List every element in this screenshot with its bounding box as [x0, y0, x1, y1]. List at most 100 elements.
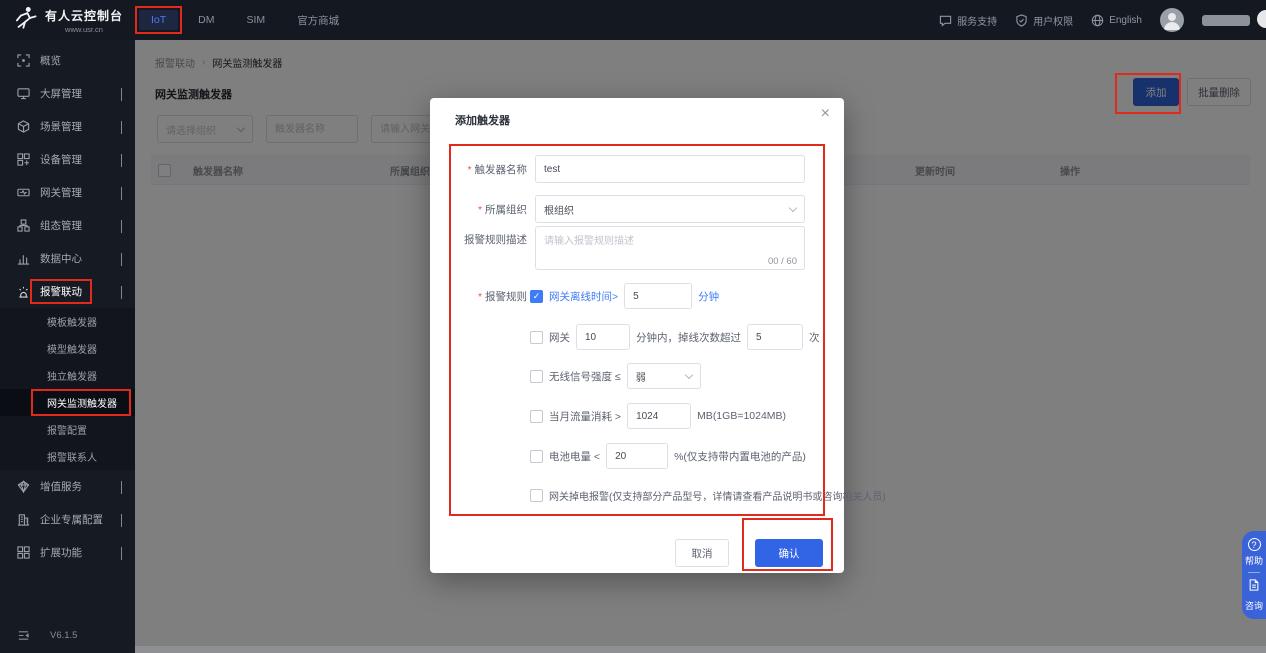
sidebar: 概览 大屏管理 场景管理 设备管理 网关管理 — [0, 40, 135, 653]
sidebar-item-alarm-linkage[interactable]: 报警联动 — [0, 275, 135, 308]
org-select[interactable]: 根组织 — [535, 195, 805, 223]
alarm-icon — [17, 285, 30, 298]
brand-logo[interactable]: 有人云控制台 www.usr.cn — [0, 5, 135, 36]
submenu-alarm-contacts[interactable]: 报警联系人 — [0, 443, 135, 470]
floating-helper: ? 帮助 咨询 — [1242, 531, 1266, 619]
close-icon[interactable]: × — [821, 106, 830, 122]
chevron-down-icon — [121, 481, 122, 493]
help-icon[interactable]: ? — [1248, 538, 1261, 551]
extensions-icon — [17, 546, 30, 559]
cancel-button[interactable]: 取消 — [675, 539, 729, 567]
globe-icon — [1091, 14, 1104, 27]
offline-minutes-input[interactable] — [624, 283, 692, 309]
disconnect-count-input[interactable] — [747, 324, 803, 350]
consult-label[interactable]: 咨询 — [1245, 599, 1263, 612]
bottom-strip — [135, 646, 1266, 653]
disconnect-window-input[interactable] — [576, 324, 630, 350]
tab-dm[interactable]: DM — [186, 9, 226, 31]
chat-icon — [939, 14, 952, 27]
configuration-icon — [17, 219, 30, 232]
trigger-name-input[interactable] — [535, 155, 805, 183]
sidebar-item-overview[interactable]: 概览 — [0, 44, 135, 77]
scene-icon — [17, 120, 30, 133]
rule-signal-row: 无线信号强度 ≤ 弱 — [530, 363, 701, 389]
traffic-checkbox[interactable] — [530, 410, 543, 423]
chevron-down-icon — [121, 253, 122, 265]
submenu-independent-trigger[interactable]: 独立触发器 — [0, 362, 135, 389]
app-root: 有人云控制台 www.usr.cn IoT DM SIM 官方商城 服务支持 用… — [0, 0, 1266, 653]
sidebar-item-data-center[interactable]: 数据中心 — [0, 242, 135, 275]
rule-offline-row: 网关离线时间> 分钟 — [530, 283, 719, 309]
tab-iot[interactable]: IoT — [139, 10, 178, 30]
value-service-icon — [17, 480, 30, 493]
alarm-submenu: 模板触发器 模型触发器 独立触发器 网关监测触发器 报警配置 报警联系人 — [0, 308, 135, 470]
rule-disconnect-row: 网关 分钟内，掉线次数超过 次 — [530, 324, 820, 350]
disconnect-checkbox[interactable] — [530, 331, 543, 344]
product-tabs: IoT DM SIM 官方商城 — [139, 8, 351, 33]
rule-power-loss-row: 网关掉电报警(仅支持部分产品型号，详情请查看产品说明书或咨询相关人员) — [530, 488, 886, 503]
submenu-template-trigger[interactable]: 模板触发器 — [0, 308, 135, 335]
top-navbar: 有人云控制台 www.usr.cn IoT DM SIM 官方商城 服务支持 用… — [0, 0, 1266, 40]
chevron-down-icon — [684, 370, 692, 378]
desc-counter: 00 / 60 — [768, 256, 797, 267]
device-icon — [17, 153, 30, 166]
rules-label: 报警规则 — [430, 289, 527, 304]
offline-checkbox[interactable] — [530, 290, 543, 303]
help-label[interactable]: 帮助 — [1245, 554, 1263, 567]
document-icon[interactable] — [1248, 578, 1260, 596]
tab-mall[interactable]: 官方商城 — [285, 8, 351, 33]
chevron-down-icon — [121, 220, 122, 232]
shield-icon — [1015, 14, 1028, 27]
chevron-down-icon — [121, 121, 122, 133]
sidebar-item-scene-mgmt[interactable]: 场景管理 — [0, 110, 135, 143]
user-avatar[interactable] — [1160, 8, 1184, 32]
modal-title: 添加触发器 — [455, 112, 510, 128]
rule-battery-row: 电池电量 < %(仅支持带内置电池的产品) — [530, 443, 806, 469]
brand-subtitle: www.usr.cn — [65, 25, 103, 34]
screen-icon — [17, 87, 30, 100]
overview-icon — [17, 54, 30, 67]
language-switcher[interactable]: English — [1091, 14, 1142, 27]
sidebar-item-device-mgmt[interactable]: 设备管理 — [0, 143, 135, 176]
chevron-down-icon — [121, 514, 122, 526]
sidebar-item-gateway-mgmt[interactable]: 网关管理 — [0, 176, 135, 209]
collapse-sidebar-icon[interactable] — [17, 629, 30, 642]
user-permission-link[interactable]: 用户权限 — [1015, 13, 1073, 28]
enterprise-icon — [17, 513, 30, 526]
version-label: V6.1.5 — [50, 630, 77, 641]
sidebar-item-value-services[interactable]: 增值服务 — [0, 470, 135, 503]
traffic-mb-input[interactable] — [627, 403, 691, 429]
submenu-alarm-config[interactable]: 报警配置 — [0, 416, 135, 443]
confirm-button[interactable]: 确认 — [755, 539, 823, 567]
desc-label: 报警规则描述 — [430, 232, 527, 247]
signal-checkbox[interactable] — [530, 370, 543, 383]
tab-sim[interactable]: SIM — [235, 9, 278, 31]
chevron-down-icon — [121, 154, 122, 166]
power-loss-checkbox[interactable] — [530, 489, 543, 502]
divider — [1248, 572, 1260, 573]
add-trigger-modal: 添加触发器 × 触发器名称 所属组织 根组织 报警规则描述 00 / 60 报警… — [430, 98, 844, 573]
chevron-down-icon — [121, 187, 122, 199]
data-center-icon — [17, 252, 30, 265]
sidebar-item-extensions[interactable]: 扩展功能 — [0, 536, 135, 569]
org-label: 所属组织 — [430, 202, 527, 217]
sidebar-item-screen-mgmt[interactable]: 大屏管理 — [0, 77, 135, 110]
chevron-up-icon — [121, 286, 122, 298]
service-support-link[interactable]: 服务支持 — [939, 13, 997, 28]
brand-title: 有人云控制台 — [45, 7, 123, 24]
sidebar-item-config-mgmt[interactable]: 组态管理 — [0, 209, 135, 242]
sidebar-item-enterprise-config[interactable]: 企业专属配置 — [0, 503, 135, 536]
navbar-right: 服务支持 用户权限 English — [939, 8, 1266, 32]
signal-strength-select[interactable]: 弱 — [627, 363, 701, 389]
chevron-down-icon — [121, 547, 122, 559]
chevron-down-icon — [121, 88, 122, 100]
submenu-gateway-monitor-trigger[interactable]: 网关监测触发器 — [0, 389, 135, 416]
rule-traffic-row: 当月流量消耗 > MB(1GB=1024MB) — [530, 403, 786, 429]
usr-mascot-icon — [12, 5, 38, 36]
battery-checkbox[interactable] — [530, 450, 543, 463]
trigger-name-label: 触发器名称 — [430, 162, 527, 177]
desc-textarea[interactable] — [535, 226, 805, 270]
submenu-model-trigger[interactable]: 模型触发器 — [0, 335, 135, 362]
redacted-username[interactable] — [1202, 15, 1250, 26]
battery-percent-input[interactable] — [606, 443, 668, 469]
